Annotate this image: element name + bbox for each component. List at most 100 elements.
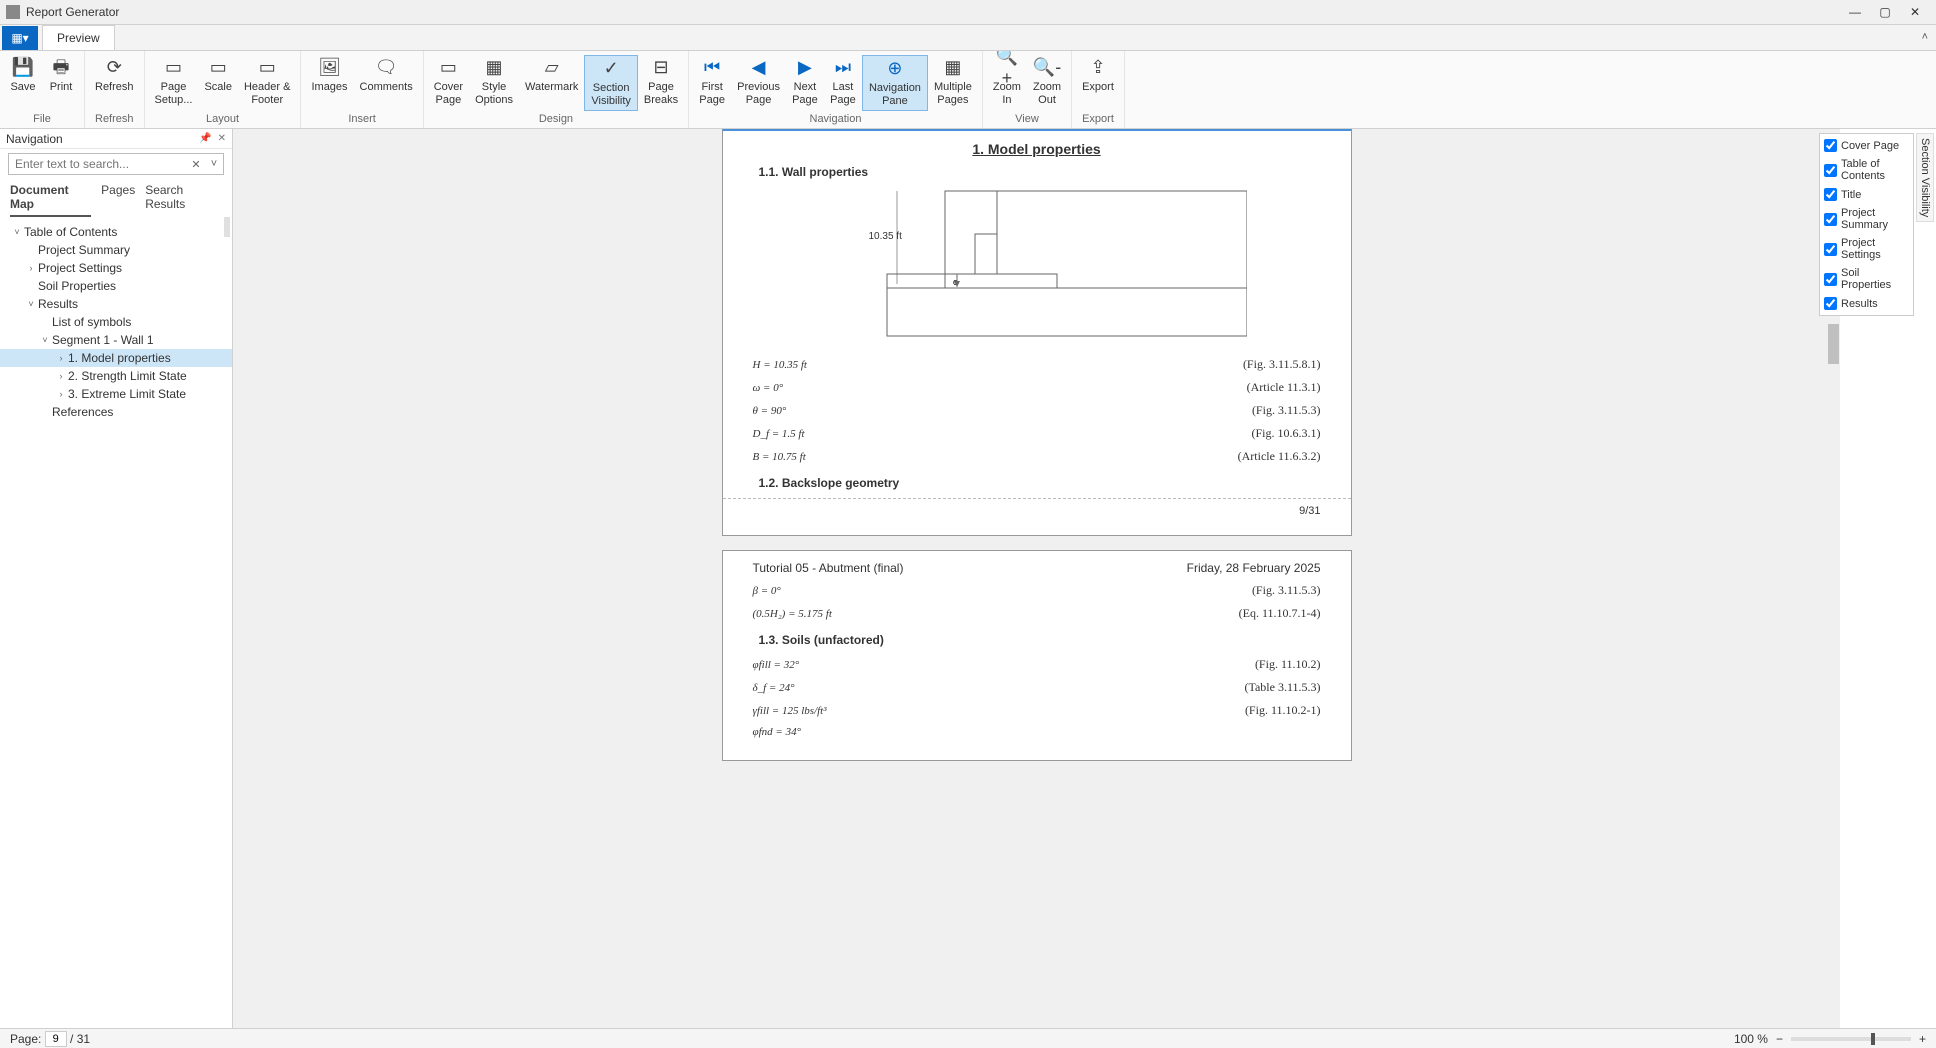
zoom-out-button[interactable]: 🔍-Zoom Out bbox=[1027, 55, 1067, 109]
export-button[interactable]: ⇪Export bbox=[1076, 55, 1120, 96]
next-page-button[interactable]: ▶Next Page bbox=[786, 55, 824, 109]
page-number-input[interactable] bbox=[45, 1031, 67, 1047]
equation-row: (0.5H₂) = 5.175 ft(Eq. 11.10.7.1-4) bbox=[753, 602, 1321, 625]
equation-row: H = 10.35 ft(Fig. 3.11.5.8.1) bbox=[753, 353, 1321, 376]
headerfooter-icon: ▭ bbox=[256, 57, 278, 79]
page-icon: ▭ bbox=[162, 57, 184, 79]
tree-item-list-of-symbols[interactable]: List of symbols bbox=[0, 313, 232, 331]
tree-item-project-settings[interactable]: ›Project Settings bbox=[0, 259, 232, 277]
section-visibility-button[interactable]: ✓Section Visibility bbox=[584, 55, 638, 111]
scale-button[interactable]: ▭Scale bbox=[198, 55, 238, 96]
header-footer-button[interactable]: ▭Header & Footer bbox=[238, 55, 296, 109]
nav-tabs: Document Map Pages Search Results bbox=[0, 179, 232, 217]
restore-button[interactable]: ▢ bbox=[1870, 2, 1900, 22]
equation-lhs: β = 0° bbox=[753, 585, 781, 597]
watermark-button[interactable]: ▱Watermark bbox=[519, 55, 584, 96]
ribbon: 💾Save 🖶Print File ⟳Refresh Refresh ▭Page… bbox=[0, 51, 1936, 129]
visibility-row[interactable]: Project Summary bbox=[1822, 204, 1911, 234]
equation-row: δ_f = 24°(Table 3.11.5.3) bbox=[753, 676, 1321, 699]
equation-ref: (Fig. 11.10.2-1) bbox=[1245, 703, 1321, 718]
visibility-row[interactable]: Results bbox=[1822, 294, 1911, 313]
section-visibility-panel: Cover PageTable of ContentsTitleProject … bbox=[1819, 133, 1914, 316]
chevron-down-icon[interactable]: ˅ bbox=[205, 158, 223, 170]
style-icon: ▦ bbox=[483, 57, 505, 79]
scale-icon: ▭ bbox=[207, 57, 229, 79]
nav-tab-search-results[interactable]: Search Results bbox=[145, 183, 222, 217]
preview-area[interactable]: 1. Model properties 1.1. Wall properties… bbox=[233, 129, 1840, 1028]
visibility-checkbox[interactable] bbox=[1824, 139, 1837, 152]
dimension-label: 10.35 ft bbox=[869, 231, 902, 242]
clear-icon[interactable]: ✕ bbox=[187, 158, 205, 171]
scrollbar-thumb[interactable] bbox=[1828, 324, 1839, 364]
file-menu-button[interactable]: ▦▾ bbox=[2, 26, 38, 50]
navigation-pane-button[interactable]: ⊕Navigation Pane bbox=[862, 55, 928, 111]
visibility-row[interactable]: Project Settings bbox=[1822, 234, 1911, 264]
equation-ref: (Article 11.6.3.2) bbox=[1238, 449, 1321, 464]
section-visibility-tab[interactable]: Section Visibility bbox=[1916, 133, 1934, 222]
group-label: Layout bbox=[149, 111, 297, 128]
comments-button[interactable]: 🗨Comments bbox=[354, 55, 419, 96]
tree-item-model-properties[interactable]: ›1. Model properties bbox=[0, 349, 232, 367]
visibility-checkbox[interactable] bbox=[1824, 188, 1837, 201]
zoom-out-button[interactable]: − bbox=[1776, 1032, 1783, 1046]
status-bar: Page: / 31 100 % − + bbox=[0, 1028, 1936, 1048]
prev-icon: ◀ bbox=[748, 57, 770, 79]
heading-backslope: 1.2. Backslope geometry bbox=[759, 476, 1321, 490]
visibility-checkbox[interactable] bbox=[1824, 297, 1837, 310]
minimize-button[interactable]: — bbox=[1840, 2, 1870, 22]
tree-item-extreme-limit-state[interactable]: ›3. Extreme Limit State bbox=[0, 385, 232, 403]
visibility-row[interactable]: Soil Properties bbox=[1822, 264, 1911, 294]
visibility-row[interactable]: Table of Contents bbox=[1822, 155, 1911, 185]
nav-tab-pages[interactable]: Pages bbox=[101, 183, 135, 217]
chevron-right-icon: › bbox=[54, 353, 68, 363]
zoom-thumb[interactable] bbox=[1871, 1033, 1875, 1045]
tree-item-soil-properties[interactable]: Soil Properties bbox=[0, 277, 232, 295]
multiple-pages-button[interactable]: ▦Multiple Pages bbox=[928, 55, 978, 109]
tree-item-results[interactable]: ˅Results bbox=[0, 295, 232, 313]
pin-icon[interactable]: 📌 bbox=[199, 133, 211, 144]
visibility-label: Table of Contents bbox=[1841, 158, 1909, 182]
tree-item-segment[interactable]: ˅Segment 1 - Wall 1 bbox=[0, 331, 232, 349]
refresh-button[interactable]: ⟳Refresh bbox=[89, 55, 140, 96]
first-page-button[interactable]: ⏮First Page bbox=[693, 55, 731, 109]
page-setup-button[interactable]: ▭Page Setup... bbox=[149, 55, 199, 109]
visibility-checkbox[interactable] bbox=[1824, 273, 1837, 286]
collapse-ribbon-icon[interactable]: ˄ bbox=[1922, 31, 1928, 43]
zoom-in-button[interactable]: + bbox=[1919, 1032, 1926, 1046]
zoom-in-button[interactable]: 🔍+Zoom In bbox=[987, 55, 1027, 109]
last-page-button[interactable]: ⏭Last Page bbox=[824, 55, 862, 109]
first-icon: ⏮ bbox=[701, 57, 723, 79]
visibility-checkbox[interactable] bbox=[1824, 243, 1837, 256]
nav-tab-document-map[interactable]: Document Map bbox=[10, 183, 91, 217]
close-icon[interactable]: ✕ bbox=[218, 133, 226, 144]
visibility-checkbox[interactable] bbox=[1824, 213, 1837, 226]
tree-item-project-summary[interactable]: Project Summary bbox=[0, 241, 232, 259]
visibility-row[interactable]: Cover Page bbox=[1822, 136, 1911, 155]
save-button[interactable]: 💾Save bbox=[4, 55, 42, 96]
visibility-row[interactable]: Title bbox=[1822, 185, 1911, 204]
equation-row: γfill = 125 lbs/ft³(Fig. 11.10.2-1) bbox=[753, 699, 1321, 722]
visibility-checkbox[interactable] bbox=[1824, 164, 1837, 177]
last-icon: ⏭ bbox=[832, 57, 854, 79]
scrollbar-thumb[interactable] bbox=[224, 217, 230, 237]
images-button[interactable]: 🖼Images bbox=[305, 55, 353, 96]
print-button[interactable]: 🖶Print bbox=[42, 55, 80, 96]
section-visibility-area: Cover PageTable of ContentsTitleProject … bbox=[1840, 129, 1936, 1028]
tab-preview[interactable]: Preview bbox=[42, 25, 115, 50]
ribbon-group-view: 🔍+Zoom In 🔍-Zoom Out View bbox=[983, 51, 1072, 128]
tree-item-references[interactable]: References bbox=[0, 403, 232, 421]
cover-page-button[interactable]: ▭Cover Page bbox=[428, 55, 469, 109]
images-icon: 🖼 bbox=[319, 57, 341, 79]
zoom-controls: 100 % − + bbox=[1734, 1032, 1926, 1046]
visibility-label: Soil Properties bbox=[1841, 267, 1909, 291]
page-breaks-button[interactable]: ⊟Page Breaks bbox=[638, 55, 684, 109]
tree-item-strength-limit-state[interactable]: ›2. Strength Limit State bbox=[0, 367, 232, 385]
close-button[interactable]: ✕ bbox=[1900, 2, 1930, 22]
equation-ref: (Fig. 3.11.5.8.1) bbox=[1243, 357, 1321, 372]
style-options-button[interactable]: ▦Style Options bbox=[469, 55, 519, 109]
zoom-slider[interactable] bbox=[1791, 1037, 1911, 1041]
previous-page-button[interactable]: ◀Previous Page bbox=[731, 55, 786, 109]
chevron-right-icon: › bbox=[54, 371, 68, 381]
tree-item-toc[interactable]: ˅Table of Contents bbox=[0, 223, 232, 241]
search-input[interactable] bbox=[9, 157, 187, 171]
